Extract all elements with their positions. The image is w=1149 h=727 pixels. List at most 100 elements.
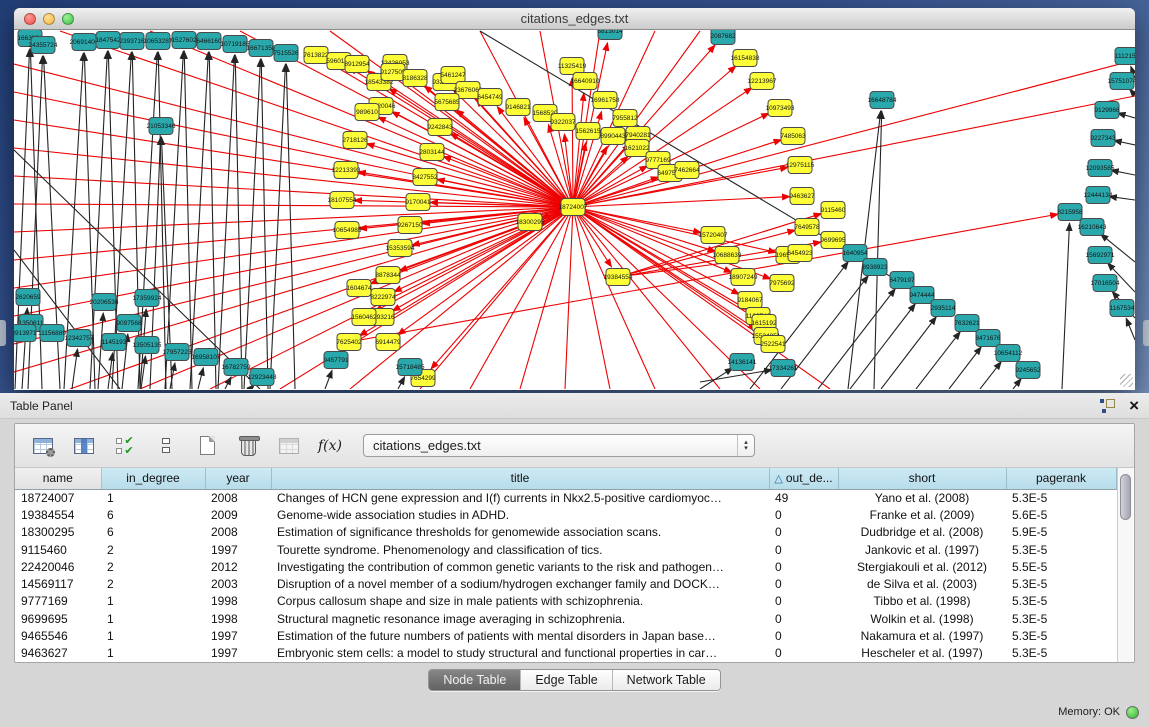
graph-node[interactable]: 9115460 <box>821 202 846 219</box>
graph-node[interactable]: 10719185 <box>221 36 250 53</box>
right-panel-handle[interactable] <box>1143 320 1149 346</box>
graph-node[interactable]: 7462664 <box>674 162 700 179</box>
graph-node[interactable]: 5675685 <box>434 94 460 111</box>
graph-node[interactable]: 8912954 <box>344 56 370 73</box>
graph-node[interactable]: 1560462 <box>351 309 377 326</box>
tab-network-table[interactable]: Network Table <box>612 670 720 690</box>
graph-node[interactable]: 1562615 <box>575 123 601 140</box>
column-header-out_de[interactable]: △out_de... <box>769 468 838 489</box>
delete-table-icon[interactable] <box>232 430 264 462</box>
graph-node[interactable]: 15720407 <box>699 227 728 244</box>
graph-node[interactable]: 2935114 <box>931 300 956 317</box>
network-view-window[interactable]: citations_edges.txt 16633042435572420691… <box>14 8 1135 390</box>
graph-node[interactable]: 15718485 <box>396 359 425 376</box>
graph-node[interactable]: 2393716 <box>119 33 145 50</box>
close-window-button[interactable] <box>24 13 36 25</box>
column-header-in_degree[interactable]: in_degree <box>101 468 205 489</box>
graph-node[interactable]: 20206536 <box>90 294 119 311</box>
function-builder-icon[interactable]: f(x) <box>314 430 346 462</box>
graph-node[interactable]: 9146821 <box>505 99 531 116</box>
graph-node[interactable]: 5461247 <box>440 67 466 84</box>
graph-node[interactable]: 15353594 <box>386 240 415 257</box>
table-row[interactable]: 1456911722003Disruption of a novel membe… <box>15 575 1116 592</box>
graph-node[interactable]: 17359924 <box>133 290 162 307</box>
graph-node[interactable]: 7515526 <box>273 45 299 62</box>
graph-node[interactable]: 2803144 <box>419 144 445 161</box>
table-options-icon[interactable] <box>27 430 59 462</box>
graph-node[interactable]: 18724007 <box>559 199 588 216</box>
graph-node[interactable]: 8186328 <box>402 70 428 87</box>
graph-node[interactable]: 16210643 <box>1078 219 1107 236</box>
table-row[interactable]: 977716911998Corpus callosum shape and si… <box>15 593 1116 610</box>
float-panel-icon[interactable] <box>1100 399 1115 413</box>
graph-node[interactable]: 12093585 <box>1086 160 1115 177</box>
graph-node[interactable]: 16958107 <box>192 349 221 366</box>
graph-node[interactable]: 9242843 <box>427 119 453 136</box>
graph-node[interactable]: 8878344 <box>375 267 401 284</box>
graph-node[interactable]: 10688639 <box>713 247 742 264</box>
graph-node[interactable]: 2522541 <box>760 336 786 353</box>
graph-node[interactable]: 20691406 <box>70 34 99 51</box>
graph-node[interactable]: 21053346 <box>147 118 176 135</box>
rows-icon[interactable] <box>150 430 182 462</box>
table-row[interactable]: 1938455462009Genome-wide association stu… <box>15 506 1116 523</box>
graph-node[interactable]: 7649578 <box>794 219 820 236</box>
close-panel-icon[interactable]: × <box>1129 399 1139 413</box>
graph-node[interactable]: 2087682 <box>710 30 736 45</box>
graph-node[interactable]: 8813014 <box>597 30 623 40</box>
table-row[interactable]: 946554611997Estimation of the future num… <box>15 627 1116 644</box>
graph-node[interactable]: 9267150 <box>397 217 423 234</box>
graph-node[interactable]: 10654985 <box>333 222 362 239</box>
table-row[interactable]: 1872400712008Changes of HCN gene express… <box>15 489 1116 506</box>
graph-node[interactable]: 15692971 <box>1086 247 1115 264</box>
graph-node[interactable]: 15751074 <box>1108 73 1135 90</box>
table-row[interactable]: 946362711997Embryonic stem cells: a mode… <box>15 645 1116 662</box>
graph-node[interactable]: 13505135 <box>133 337 162 354</box>
network-canvas[interactable]: 1663304243557242069140618475422393716106… <box>14 30 1135 389</box>
table-scrollbar[interactable] <box>1117 468 1133 662</box>
graph-node[interactable]: 12342757 <box>65 330 94 347</box>
zoom-window-button[interactable] <box>62 13 74 25</box>
graph-node[interactable]: 9127505 <box>380 64 406 81</box>
graph-node[interactable]: 16671358 <box>247 40 276 57</box>
graph-node[interactable]: 24355724 <box>29 37 58 54</box>
graph-node[interactable]: 17957223 <box>163 344 192 361</box>
graph-node[interactable]: 8471676 <box>975 330 1001 347</box>
graph-node[interactable]: 1847542 <box>95 32 121 49</box>
column-header-short[interactable]: short <box>838 468 1006 489</box>
graph-node[interactable]: 6479197 <box>889 272 915 289</box>
graph-node[interactable]: 14136141 <box>728 354 757 371</box>
graph-node[interactable]: 12213393 <box>332 162 361 179</box>
graph-node[interactable]: 11156889 <box>38 325 66 342</box>
graph-node[interactable]: 3913971 <box>14 325 37 342</box>
graph-node[interactable]: 9463627 <box>789 188 815 205</box>
graph-node[interactable]: 6454749 <box>477 89 503 106</box>
graph-node[interactable]: 8215958 <box>1057 204 1083 221</box>
resize-grip-icon[interactable] <box>1120 374 1133 387</box>
graph-node[interactable]: 1527602 <box>171 32 197 49</box>
graph-node[interactable]: 9184067 <box>737 292 763 309</box>
graph-node[interactable]: 8938923 <box>862 259 888 276</box>
graph-node[interactable]: 16782759 <box>222 359 251 376</box>
table-row[interactable]: 2242004622012Investigating the contribut… <box>15 558 1116 575</box>
graph-node[interactable]: 18300295 <box>516 214 545 231</box>
graph-node[interactable]: 6466160 <box>196 33 222 50</box>
graph-node[interactable]: 9322037 <box>550 114 576 131</box>
graph-node[interactable]: 16961758 <box>591 92 620 109</box>
graph-node[interactable]: 9699695 <box>820 232 846 249</box>
graph-node[interactable]: 16648784 <box>868 92 897 109</box>
table-selector-dropdown[interactable]: citations_edges.txt ▴▾ <box>363 434 755 457</box>
graph-node[interactable]: 19384554 <box>604 269 633 286</box>
table-disabled-icon[interactable] <box>273 430 305 462</box>
table-row[interactable]: 1830029562008Estimation of significance … <box>15 524 1116 541</box>
graph-node[interactable]: 9097568 <box>116 315 142 332</box>
graph-node[interactable]: 16640910 <box>571 73 600 90</box>
tab-edge-table[interactable]: Edge Table <box>520 670 611 690</box>
graph-node[interactable]: 6454923 <box>787 245 813 262</box>
table-row[interactable]: 911546021997Tourette syndrome. Phenomeno… <box>15 541 1116 558</box>
graph-node[interactable]: 12923448 <box>248 369 277 386</box>
graph-node[interactable]: 10654112 <box>994 345 1023 362</box>
graph-node[interactable]: 1604674 <box>346 280 372 297</box>
graph-node[interactable]: 7975692 <box>769 275 795 292</box>
dropdown-stepper-icon[interactable]: ▴▾ <box>737 435 754 456</box>
